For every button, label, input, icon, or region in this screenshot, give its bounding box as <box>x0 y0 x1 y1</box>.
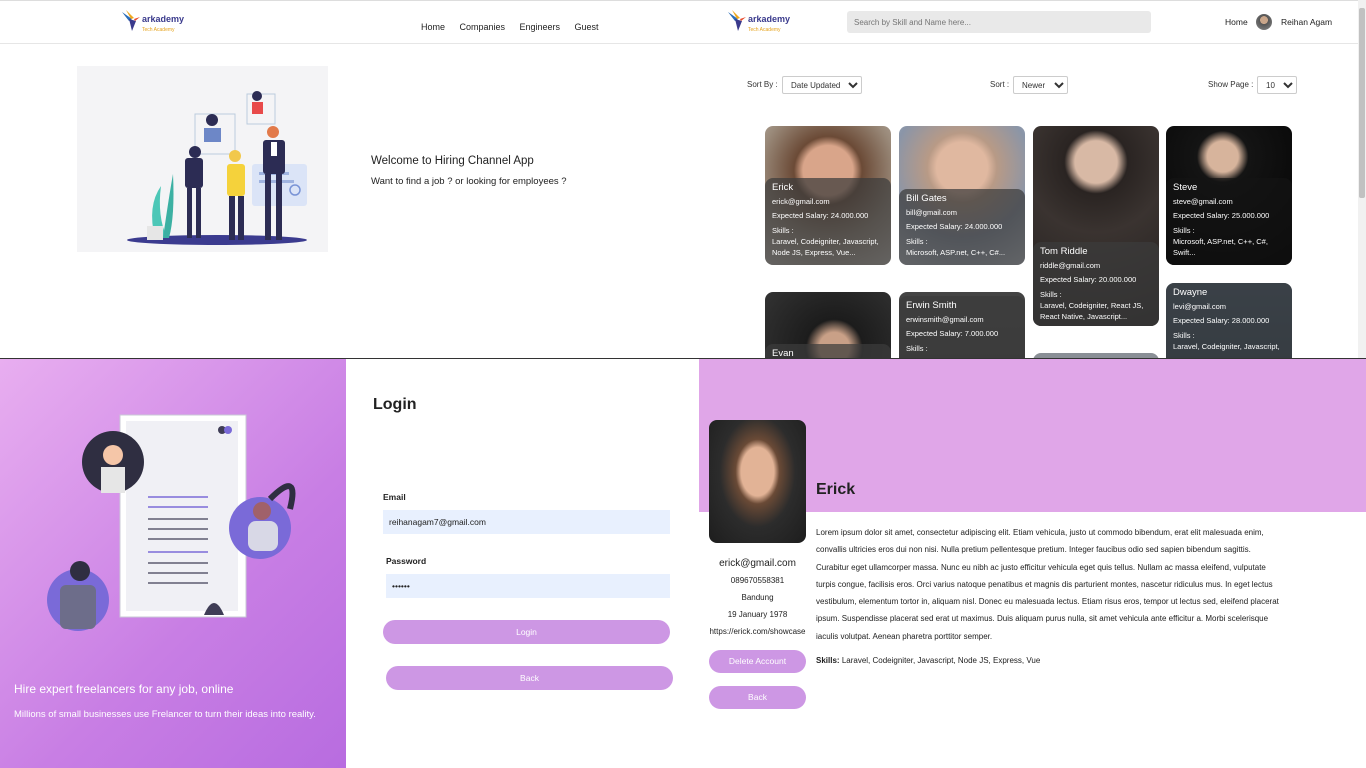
engineer-skills: Microsoft, ASP.net, C++, C#, Swift... <box>1173 237 1268 257</box>
engineer-email: levi@gmail.com <box>1173 302 1227 311</box>
password-input[interactable] <box>386 574 670 598</box>
logo-word: arkademy <box>748 14 791 24</box>
freelancers-illustration-icon <box>47 414 296 631</box>
engineer-name: Evan <box>772 348 794 358</box>
email-input[interactable] <box>383 510 670 534</box>
engineer-email: erwinsmith@gmail.com <box>906 315 984 324</box>
password-label: Password <box>386 556 427 566</box>
user-avatar[interactable] <box>1256 14 1272 30</box>
engineer-skills: Microsoft, ASP.net, C++, C#... <box>906 248 1006 257</box>
logo-sub: Tech Academy <box>142 27 175 33</box>
engineer-skills: Laravel, Codeigniter, React JS, React Na… <box>1040 301 1144 321</box>
profile-phone: 089670558381 <box>730 576 785 585</box>
hero-text: Welcome to Hiring Channel App Want to fi… <box>371 155 567 187</box>
profile-city: Bandung <box>741 593 774 602</box>
left-nav-links: Home Companies Engineers Guest <box>421 17 608 35</box>
engineer-salary: Expected Salary: 20.000.000 <box>1040 275 1137 284</box>
engineer-card[interactable]: Evan <box>765 292 891 358</box>
nav-companies-link[interactable]: Companies <box>459 22 505 32</box>
engineer-skills-label: Skills : <box>1173 226 1195 235</box>
profile-description-text: Lorem ipsum dolor sit amet, consectetur … <box>816 528 1279 641</box>
profile-description: Lorem ipsum dolor sit amet, consectetur … <box>816 524 1286 645</box>
search-input[interactable] <box>847 11 1151 33</box>
left-navbar: arkademy Tech Academy Home Companies Eng… <box>0 0 700 44</box>
engineer-skills: Laravel, Codeigniter, Javascript, <box>1173 342 1280 351</box>
engineer-salary: Expected Salary: 24.000.000 <box>906 222 1003 231</box>
engineer-card[interactable]: Steve steve@gmail.com Expected Salary: 2… <box>1166 126 1292 265</box>
engineer-name: Tom Riddle <box>1040 246 1088 257</box>
engineer-card[interactable]: Bill Gates bill@gmail.com Expected Salar… <box>899 126 1025 265</box>
team-illustration-icon <box>127 91 307 245</box>
delete-account-button[interactable]: Delete Account <box>709 650 806 673</box>
login-illustration-panel: Hire expert freelancers for any job, onl… <box>0 359 346 768</box>
user-name[interactable]: Reihan Agam <box>1281 17 1332 27</box>
profile-back-button[interactable]: Back <box>709 686 806 709</box>
login-left-subtext: Millions of small businesses use Frelanc… <box>14 709 316 720</box>
profile-birthdate: 19 January 1978 <box>727 610 788 619</box>
engineer-email: steve@gmail.com <box>1173 197 1233 206</box>
bird-logo-icon <box>122 10 140 31</box>
login-form: Login Email Password Login Back <box>346 359 699 768</box>
hero-subtitle: Want to find a job ? or looking for empl… <box>371 176 567 187</box>
engineer-card[interactable]: Erick erick@gmail.com Expected Salary: 2… <box>765 126 891 265</box>
back-button[interactable]: Back <box>386 666 673 690</box>
engineer-skills-label: Skills : <box>772 226 794 235</box>
profile-skills-label: Skills: <box>816 656 840 665</box>
engineer-skills-label: Skills : <box>906 344 928 353</box>
nav-guest-link[interactable]: Guest <box>574 22 598 32</box>
profile-website[interactable]: https://erick.com/showcase <box>699 623 816 640</box>
engineer-salary: Expected Salary: 25.000.000 <box>1173 211 1270 220</box>
engineer-email: erick@gmail.com <box>772 197 830 206</box>
left-logo[interactable]: arkademy Tech Academy <box>120 9 184 33</box>
engineer-salary: Expected Salary: 24.000.000 <box>772 211 869 220</box>
engineer-card[interactable]: Dwayne levi@gmail.com Expected Salary: 2… <box>1166 283 1292 358</box>
right-nav-home-link[interactable]: Home <box>1225 17 1248 27</box>
login-button[interactable]: Login <box>383 620 670 644</box>
hero-title: Welcome to Hiring Channel App <box>371 155 534 167</box>
logo-word: arkademy <box>142 14 185 24</box>
engineer-salary: Expected Salary: 7.000.000 <box>906 329 999 338</box>
engineer-card[interactable]: Tom Riddle riddle@gmail.com Expected Sal… <box>1033 126 1159 326</box>
engineer-skills-label: Skills : <box>1173 331 1195 340</box>
profile-contact: erick@gmail.com 089670558381 Bandung 19 … <box>699 555 816 640</box>
engineer-name: Erick <box>772 182 794 193</box>
engineer-email: riddle@gmail.com <box>1040 261 1101 270</box>
engineer-skills-label: Skills : <box>906 237 928 246</box>
top-scrollbar-thumb[interactable] <box>1359 8 1365 198</box>
nav-home-link[interactable]: Home <box>421 22 445 32</box>
login-title: Login <box>373 396 417 413</box>
engineer-skills: Laravel, Codeigniter, Javascript, Node J… <box>772 237 879 257</box>
profile-name: Erick <box>816 481 856 498</box>
login-left-headline: Hire expert freelancers for any job, onl… <box>14 682 234 696</box>
profile-email: erick@gmail.com <box>719 558 796 569</box>
hero-illustration <box>77 66 328 252</box>
engineer-email: bill@gmail.com <box>906 208 957 217</box>
profile-skills: Skills: Laravel, Codeigniter, Javascript… <box>816 656 1040 665</box>
engineer-name: Steve <box>1173 182 1198 193</box>
profile-photo <box>709 420 806 543</box>
engineer-name: Erwin Smith <box>906 300 957 311</box>
engineer-skills-label: Skills : <box>1040 290 1062 299</box>
bird-logo-icon <box>728 10 746 31</box>
engineer-name: Dwayne <box>1173 287 1208 298</box>
top-scrollbar[interactable] <box>1358 0 1366 358</box>
profile-skills-value: Laravel, Codeigniter, Javascript, Node J… <box>841 656 1041 665</box>
engineer-card[interactable]: Erwin Smith erwinsmith@gmail.com Expecte… <box>899 292 1025 358</box>
right-logo[interactable]: arkademy Tech Academy <box>726 9 790 33</box>
engineer-name: Bill Gates <box>906 193 947 204</box>
engineer-salary: Expected Salary: 28.000.000 <box>1173 316 1270 325</box>
logo-sub: Tech Academy <box>748 27 781 33</box>
engineer-card-grid: Erick erick@gmail.com Expected Salary: 2… <box>700 45 1358 358</box>
nav-engineers-link[interactable]: Engineers <box>519 22 560 32</box>
email-label: Email <box>383 492 406 502</box>
